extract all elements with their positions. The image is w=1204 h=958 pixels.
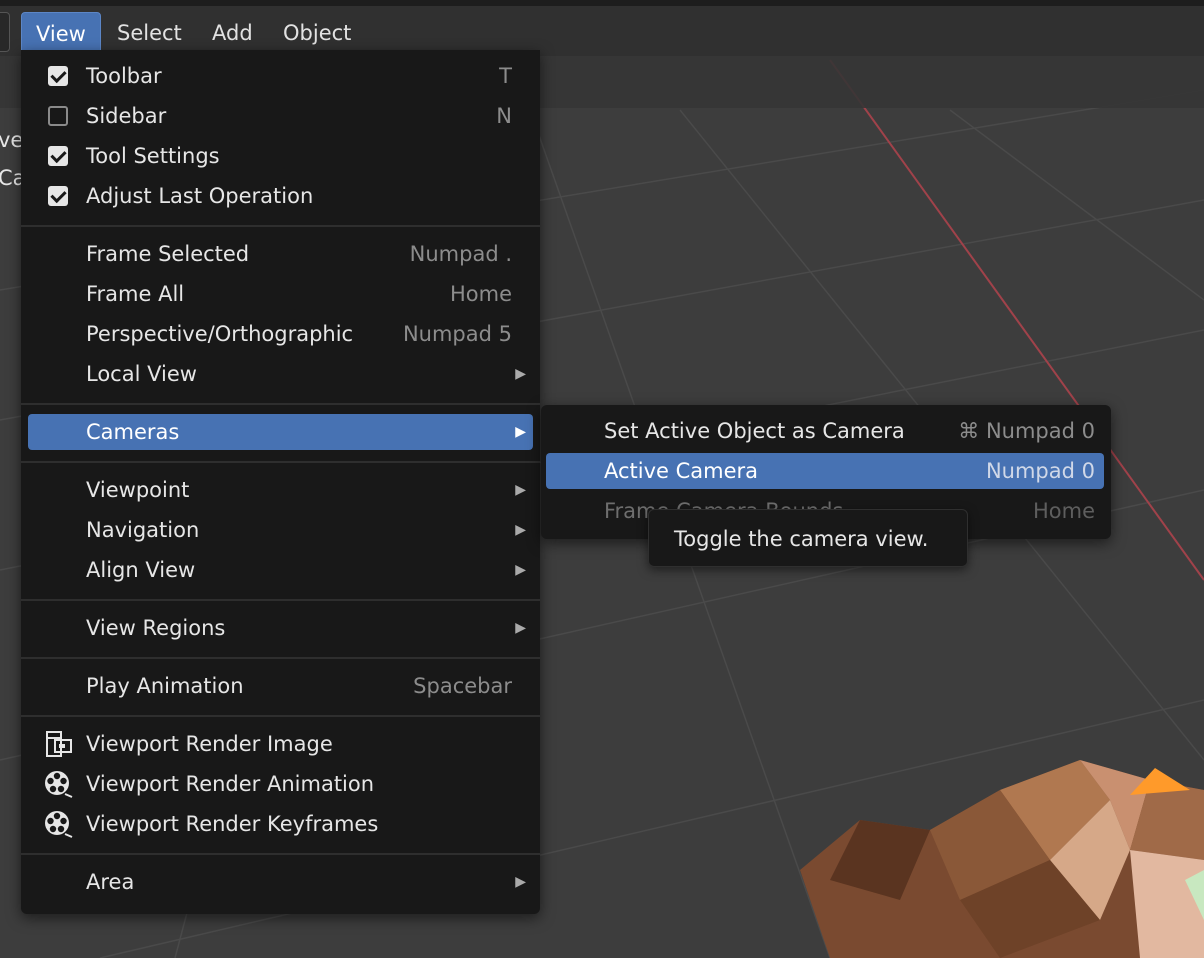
render-animation-icon (45, 811, 73, 838)
menu-item-label: Navigation (86, 518, 200, 542)
shortcut-hint: Home (449, 282, 512, 306)
menu-separator (21, 715, 540, 717)
render-animation-icon (45, 771, 73, 798)
menu-item-label: Perspective/Orthographic (86, 322, 354, 346)
tooltip: Toggle the camera view. (648, 509, 968, 567)
editor-type-button[interactable] (0, 12, 10, 52)
shortcut-hint: Numpad 5 (402, 322, 512, 346)
menu-separator (21, 403, 540, 405)
menu-separator (21, 853, 540, 855)
shortcut-hint: N (496, 104, 512, 128)
menu-item-label: Local View (86, 362, 197, 386)
menu-item-viewpoint[interactable]: Viewpoint ▶ (21, 470, 540, 510)
menu-item-label: Sidebar (86, 104, 167, 128)
menu-separator (21, 599, 540, 601)
menu-item-area[interactable]: Area ▶ (21, 862, 540, 902)
menu-item-label: Viewport Render Keyframes (86, 812, 379, 836)
menu-item-label: Adjust Last Operation (86, 184, 314, 208)
submenu-arrow-icon: ▶ (515, 366, 526, 382)
shortcut-hint: Numpad 0 (985, 459, 1095, 483)
menu-item-local-view[interactable]: Local View ▶ (21, 354, 540, 394)
menu-item-viewport-render-image[interactable]: Viewport Render Image (21, 724, 540, 764)
submenu-arrow-icon: ▶ (515, 620, 526, 636)
shortcut-hint: T (499, 64, 512, 88)
menu-item-navigation[interactable]: Navigation ▶ (21, 510, 540, 550)
shortcut-hint: ⌘ Numpad 0 (958, 419, 1095, 443)
viewport-text-fragment: ve (0, 128, 24, 152)
submenu-arrow-icon: ▶ (515, 562, 526, 578)
submenu-arrow-icon: ▶ (515, 522, 526, 538)
header-menu-add[interactable]: Add (198, 12, 267, 54)
viewport-header: View Select Add Object (0, 6, 1204, 56)
menu-item-cameras[interactable]: Cameras ▶ (21, 412, 540, 452)
menu-item-perspective-orthographic[interactable]: Perspective/Orthographic Numpad 5 (21, 314, 540, 354)
header-menu-view[interactable]: View (21, 12, 101, 55)
menu-item-frame-selected[interactable]: Frame Selected Numpad . (21, 234, 540, 274)
menu-item-label: Viewpoint (86, 478, 190, 502)
menu-item-label: Tool Settings (86, 144, 220, 168)
menu-item-tool-settings[interactable]: Tool Settings (21, 136, 540, 176)
menu-item-label: Viewport Render Animation (86, 772, 375, 796)
menu-item-label: Active Camera (604, 459, 759, 483)
submenu-arrow-icon: ▶ (515, 482, 526, 498)
checkbox-checked-icon[interactable] (48, 186, 68, 206)
menu-item-set-active-object-as-camera[interactable]: Set Active Object as Camera ⌘ Numpad 0 (541, 411, 1111, 451)
checkbox-unchecked-icon[interactable] (48, 106, 68, 126)
view-menu: Toolbar T Sidebar N Tool Settings Adjust… (21, 50, 540, 914)
menu-item-toolbar[interactable]: Toolbar T (21, 56, 540, 96)
menu-item-label: Align View (86, 558, 196, 582)
menu-item-label: Set Active Object as Camera (604, 419, 905, 443)
menu-item-frame-all[interactable]: Frame All Home (21, 274, 540, 314)
menu-item-label: Area (86, 870, 135, 894)
shortcut-hint: Spacebar (413, 674, 512, 698)
menu-item-align-view[interactable]: Align View ▶ (21, 550, 540, 590)
menu-item-play-animation[interactable]: Play Animation Spacebar (21, 666, 540, 706)
render-still-icon (46, 731, 72, 757)
checkbox-checked-icon[interactable] (48, 146, 68, 166)
menu-item-label: Toolbar (86, 64, 162, 88)
header-menu-select[interactable]: Select (103, 12, 196, 54)
menu-item-label: Frame All (86, 282, 185, 306)
header-menu-object[interactable]: Object (269, 12, 365, 54)
menu-item-label: Cameras (86, 420, 180, 444)
menu-item-active-camera[interactable]: Active Camera Numpad 0 (541, 451, 1111, 491)
menu-item-viewport-render-keyframes[interactable]: Viewport Render Keyframes (21, 804, 540, 844)
shortcut-hint: Numpad . (409, 242, 512, 266)
checkbox-checked-icon[interactable] (48, 66, 68, 86)
terrain-mesh (800, 760, 1204, 958)
submenu-arrow-icon: ▶ (515, 424, 526, 440)
menu-separator (21, 657, 540, 659)
menu-item-label: Viewport Render Image (86, 732, 333, 756)
menu-item-label: Frame Selected (86, 242, 250, 266)
menu-separator (21, 225, 540, 227)
menu-item-adjust-last-operation[interactable]: Adjust Last Operation (21, 176, 540, 216)
menu-item-sidebar[interactable]: Sidebar N (21, 96, 540, 136)
menu-item-viewport-render-animation[interactable]: Viewport Render Animation (21, 764, 540, 804)
menu-separator (21, 461, 540, 463)
menu-item-label: Play Animation (86, 674, 244, 698)
tooltip-text: Toggle the camera view. (674, 527, 929, 551)
submenu-arrow-icon: ▶ (515, 874, 526, 890)
shortcut-hint: Home (1032, 499, 1095, 523)
menu-item-label: View Regions (86, 616, 226, 640)
menu-item-view-regions[interactable]: View Regions ▶ (21, 608, 540, 648)
